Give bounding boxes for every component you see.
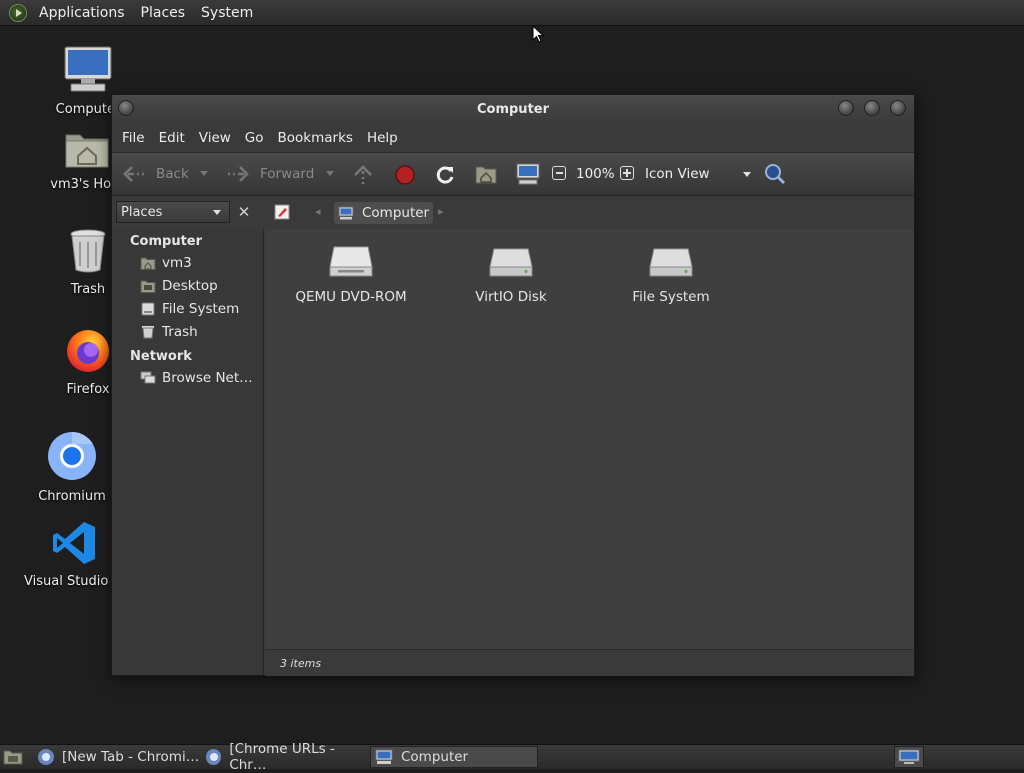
back-button[interactable]: Back (122, 165, 189, 183)
computer-icon[interactable] (516, 163, 540, 185)
desktop-icon-vscode[interactable]: Visual Studio Co (24, 520, 130, 589)
chevron-down-icon (213, 210, 221, 215)
menu-places[interactable]: Places (133, 5, 194, 21)
trash-icon (142, 326, 154, 339)
file-item-virtio-disk[interactable]: VirtIO Disk (441, 245, 581, 305)
chevron-down-icon (743, 172, 751, 177)
places-sidebar: Computer vm3 Desktop File System Trash N… (112, 229, 264, 675)
stop-icon[interactable] (394, 164, 416, 186)
menu-edit[interactable]: Edit (152, 130, 192, 146)
minimize-button[interactable] (838, 100, 854, 116)
forward-arrow-icon (228, 166, 249, 182)
breadcrumb-computer[interactable]: Computer (334, 202, 434, 224)
edit-location-icon[interactable] (274, 204, 290, 220)
optical-drive-icon (329, 246, 373, 277)
home-folder-icon[interactable] (475, 164, 497, 184)
hard-disk-icon (489, 248, 533, 277)
forward-history-dropdown[interactable] (326, 171, 334, 176)
sidebar-item-file-system[interactable]: File System (140, 301, 239, 317)
maximize-button[interactable] (864, 100, 880, 116)
chromium-icon (206, 749, 222, 765)
item-count: 3 items (280, 656, 322, 670)
reload-icon[interactable] (434, 164, 456, 186)
side-pane-selector[interactable]: Places (116, 201, 230, 223)
sidebar-header-network[interactable]: Network (130, 349, 192, 364)
home-folder-icon (65, 134, 109, 168)
computer-icon (64, 46, 112, 92)
breadcrumb-right-arrow[interactable]: ▸ (438, 205, 444, 218)
search-icon[interactable] (763, 162, 787, 186)
menu-bookmarks[interactable]: Bookmarks (271, 130, 360, 146)
menu-system[interactable]: System (193, 5, 261, 21)
location-bar: Places ✕ ◂ Computer ▸ (112, 196, 914, 229)
zoom-in-button[interactable] (620, 166, 634, 180)
firefox-icon (67, 330, 109, 372)
hard-disk-icon (649, 248, 693, 277)
network-icon (140, 371, 156, 384)
bottom-panel: [New Tab - Chromi… [Chrome URLs - Chr… C… (0, 741, 1024, 773)
window-title: Computer (476, 102, 550, 117)
top-panel: Applications Places System (0, 0, 1024, 26)
hard-disk-icon (141, 302, 155, 316)
zoom-out-button[interactable] (552, 166, 566, 180)
menu-file[interactable]: File (115, 130, 152, 146)
sidebar-item-browse-network[interactable]: Browse Net… (140, 370, 253, 386)
chromium-icon (48, 432, 96, 480)
task-chrome-urls[interactable]: [Chrome URLs - Chr… (200, 741, 370, 773)
sidebar-header-computer[interactable]: Computer (130, 234, 202, 249)
chromium-icon (38, 749, 54, 765)
sidebar-item-trash[interactable]: Trash (140, 324, 198, 340)
menu-view[interactable]: View (192, 130, 238, 146)
workspace-switcher[interactable] (894, 746, 924, 768)
menubar: File Edit View Go Bookmarks Help (112, 124, 914, 152)
desktop-icon-chromium[interactable]: Chromium (22, 431, 122, 504)
computer-icon (375, 749, 393, 764)
zoom-level: 100% (576, 166, 615, 182)
close-button[interactable] (890, 100, 906, 116)
window-titlebar[interactable]: Computer (112, 95, 914, 124)
desktop-folder-icon (140, 280, 156, 293)
sidebar-item-vm3[interactable]: vm3 (140, 255, 192, 271)
window-menu-button[interactable] (118, 100, 134, 116)
zoom-in-icon (623, 169, 631, 177)
breadcrumb-left-arrow[interactable]: ◂ (315, 205, 321, 218)
show-desktop-icon[interactable] (3, 749, 23, 765)
task-computer[interactable]: Computer (370, 746, 538, 768)
menu-applications[interactable]: Applications (31, 5, 133, 21)
sidebar-item-desktop[interactable]: Desktop (140, 278, 218, 294)
file-item-file-system[interactable]: File System (601, 245, 741, 305)
visual-studio-code-icon (53, 522, 95, 564)
status-bar: 3 items (266, 649, 914, 676)
back-arrow-icon (123, 166, 144, 182)
task-new-tab-chromium[interactable]: [New Tab - Chromi… (32, 746, 200, 768)
back-history-dropdown[interactable] (200, 171, 208, 176)
view-mode-select[interactable]: Icon View (645, 166, 751, 182)
file-view[interactable]: QEMU DVD-ROM VirtIO Disk File System (266, 229, 914, 649)
applications-logo-icon[interactable] (9, 3, 27, 22)
close-side-pane-button[interactable]: ✕ (233, 201, 255, 223)
home-folder-icon (140, 257, 156, 270)
menu-help[interactable]: Help (360, 130, 405, 146)
file-manager-window: Computer File Edit View Go Bookmarks Hel… (111, 94, 915, 676)
zoom-out-icon (555, 172, 563, 174)
up-arrow-icon[interactable] (352, 164, 374, 186)
toolbar: Back Forward 100% Icon View (112, 152, 914, 196)
monitor-icon (898, 749, 920, 764)
mouse-pointer-icon (532, 25, 544, 43)
menu-go[interactable]: Go (238, 130, 271, 146)
file-item-qemu-dvd-rom[interactable]: QEMU DVD-ROM (281, 245, 421, 305)
trash-icon (70, 229, 106, 273)
forward-button[interactable]: Forward (226, 165, 314, 183)
computer-icon (338, 206, 354, 220)
